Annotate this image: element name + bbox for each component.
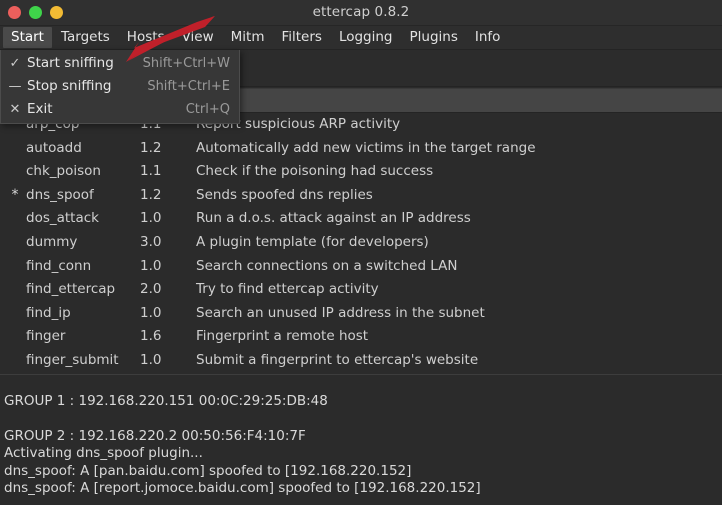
plugin-description: Search an unused IP address in the subne… (196, 304, 485, 321)
plugin-name: dns_spoof (26, 186, 94, 203)
menu-plugins[interactable]: Plugins (402, 27, 466, 48)
plugin-description: Try to find ettercap activity (196, 281, 379, 298)
window-title: ettercap 0.8.2 (312, 4, 410, 20)
plugin-version: 1.0 (140, 351, 162, 368)
close-icon: ✕ (9, 102, 21, 117)
menu-item-start-sniffing[interactable]: ✓ Start sniffing Shift+Ctrl+W (1, 52, 239, 75)
menu-item-label: Start sniffing (27, 55, 114, 71)
plugin-name: finger_submit (26, 351, 119, 368)
menu-item-label: Stop sniffing (27, 78, 112, 94)
table-row[interactable]: autoadd 1.2 Automatically add new victims … (0, 137, 722, 161)
plugin-version: 1.2 (140, 139, 162, 156)
menu-mitm[interactable]: Mitm (223, 27, 273, 48)
plugin-description: Submit a fingerprint to ettercap's websi… (196, 351, 479, 368)
plugin-description: Search connections on a switched LAN (196, 257, 458, 274)
plugin-name: chk_poison (26, 163, 101, 180)
plugin-description: Fingerprint a remote host (196, 328, 369, 345)
menu-item-shortcut: Shift+Ctrl+E (147, 79, 230, 94)
plugin-version: 1.6 (140, 328, 162, 345)
menu-item-shortcut: Shift+Ctrl+W (142, 56, 230, 71)
plugin-version: 1.0 (140, 304, 162, 321)
menu-item-exit[interactable]: ✕ Exit Ctrl+Q (1, 98, 239, 121)
table-row[interactable]: finger 1.6 Fingerprint a remote host (0, 325, 722, 349)
ettercap-window: ettercap 0.8.2 Start Targets Hosts View … (0, 0, 722, 505)
plugin-description: Run a d.o.s. attack against an IP addres… (196, 210, 471, 227)
plugin-version: 1.2 (140, 186, 162, 203)
plugin-name: dos_attack (26, 210, 99, 227)
menu-logging[interactable]: Logging (331, 27, 401, 48)
menu-view[interactable]: View (174, 27, 222, 48)
plugin-name: dummy (26, 233, 78, 250)
menu-item-shortcut: Ctrl+Q (185, 102, 230, 117)
log-blank-line (4, 411, 722, 428)
start-menu-dropdown[interactable]: ✓ Start sniffing Shift+Ctrl+W — Stop sniffin… (0, 50, 240, 124)
table-row[interactable]: find_conn 1.0 Search connections on a swit… (0, 255, 722, 279)
plugin-description: A plugin template (for developers) (196, 233, 429, 250)
menu-info[interactable]: Info (467, 27, 509, 48)
plugin-description: Check if the poisoning had success (196, 163, 434, 180)
plugin-list[interactable]: arp_cop 1.1 Report suspicious ARP activity… (0, 113, 722, 374)
log-panel: GROUP 1 : 192.168.220.151 00:0C:29:25:DB… (0, 379, 722, 505)
menu-item-stop-sniffing[interactable]: — Stop sniffing Shift+Ctrl+E (1, 75, 239, 98)
check-icon: ✓ (9, 56, 21, 71)
plugin-version: 1.1 (140, 163, 162, 180)
log-line: GROUP 1 : 192.168.220.151 00:0C:29:25:DB… (4, 393, 328, 409)
menu-start[interactable]: Start (3, 27, 52, 48)
log-line: GROUP 2 : 192.168.220.2 00:50:56:F4:10:7… (4, 427, 306, 444)
plugin-version: 3.0 (140, 233, 162, 250)
log-line: Activating dns_spoof plugin... (4, 445, 203, 461)
plugin-version: 2.0 (140, 281, 162, 298)
menu-hosts[interactable]: Hosts (119, 27, 173, 48)
table-row[interactable]: find_ip 1.0 Search an unused IP address in… (0, 302, 722, 326)
table-row[interactable]: find_ettercap 2.0 Try to find ettercap act… (0, 278, 722, 302)
plugin-version: 1.0 (140, 210, 162, 227)
plugin-description: Sends spoofed dns replies (196, 186, 373, 203)
plugin-active-marker: * (11, 186, 19, 203)
plugin-description: Automatically add new victims in the tar… (196, 139, 536, 156)
menu-bar: Start Targets Hosts View Mitm Filters Lo… (0, 26, 722, 50)
table-row[interactable]: chk_poison 1.1 Check if the poisoning had … (0, 160, 722, 184)
title-bar: ettercap 0.8.2 (0, 0, 722, 26)
table-row[interactable]: dummy 3.0 A plugin template (for developer… (0, 231, 722, 255)
menu-item-label: Exit (27, 101, 53, 117)
table-row[interactable]: finger_submit 1.0 Submit a fingerprint to … (0, 349, 722, 373)
plugin-name: autoadd (26, 139, 82, 156)
log-line: dns_spoof: A [pan.baidu.com] spoofed to … (4, 462, 412, 479)
plugin-name: finger (26, 328, 66, 345)
plugin-version: 1.0 (140, 257, 162, 274)
plugin-name: find_conn (26, 257, 92, 274)
plugin-name: find_ettercap (26, 281, 116, 298)
menu-filters[interactable]: Filters (273, 27, 329, 48)
table-row[interactable]: * dns_spoof 1.2 Sends spoofed dns replies (0, 184, 722, 208)
dash-icon: — (8, 79, 22, 94)
plugin-name: find_ip (26, 304, 71, 321)
menu-targets[interactable]: Targets (53, 27, 118, 48)
log-line: dns_spoof: A [report.jomoce.baidu.com] s… (4, 480, 481, 496)
table-row[interactable]: dos_attack 1.0 Run a d.o.s. attack against… (0, 207, 722, 231)
